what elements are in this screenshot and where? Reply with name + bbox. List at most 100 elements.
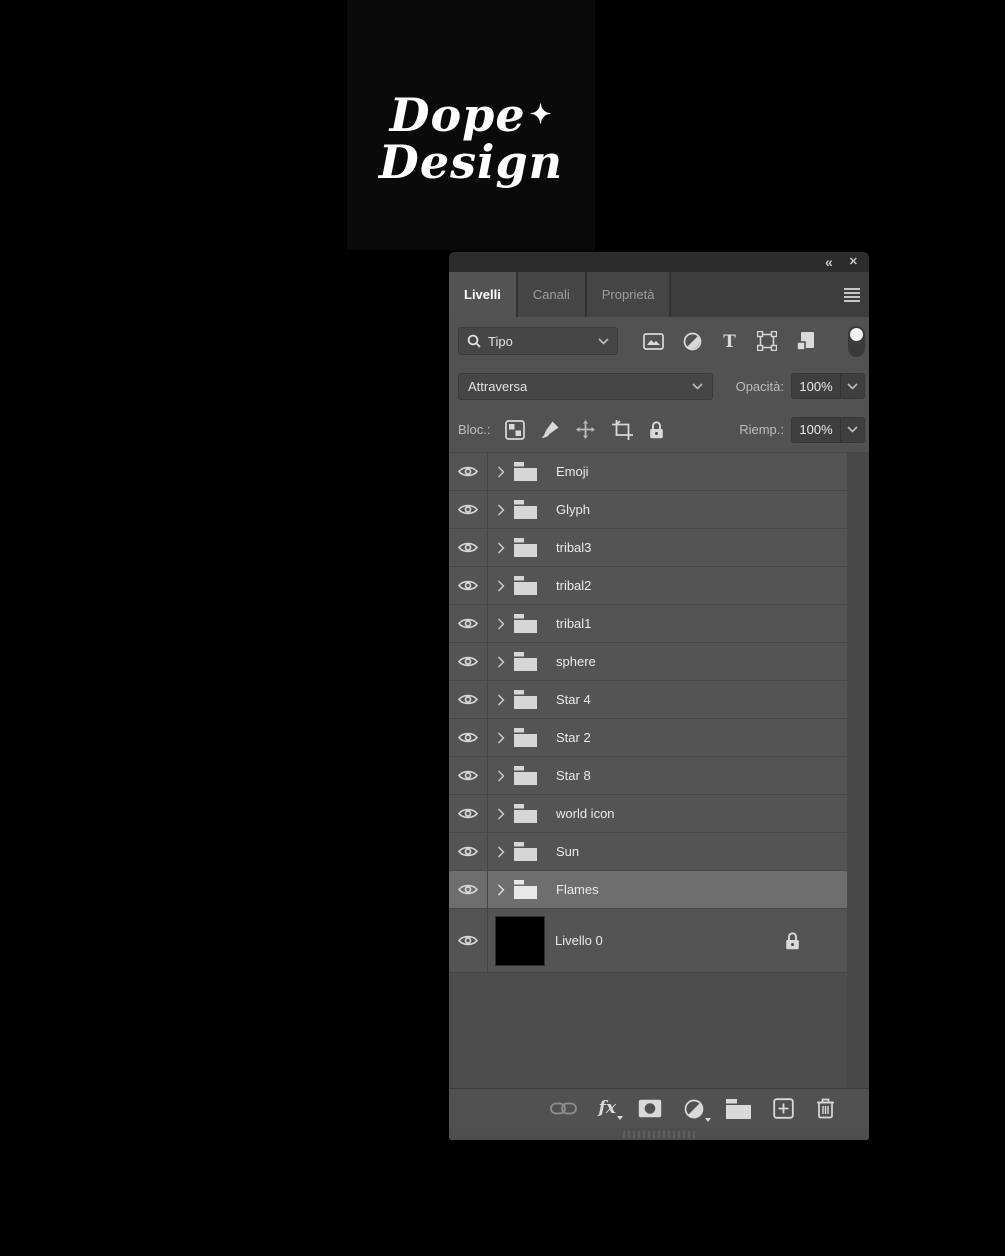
toggle-knob [850,328,863,341]
fill-value[interactable]: 100% [792,422,840,437]
visibility-eye-icon[interactable] [449,757,488,794]
layer-row-selected[interactable]: Flames [449,871,847,909]
chevron-down-icon [692,383,703,390]
layer-filtering-toggle[interactable] [848,326,865,357]
opacity-value[interactable]: 100% [792,379,840,394]
visibility-eye-icon[interactable] [449,453,488,490]
blend-mode-value: Attraversa [468,379,527,394]
expand-chevron-icon[interactable] [497,618,505,630]
search-icon [467,334,481,348]
layer-row[interactable]: Sun [449,833,847,871]
scrollbar-track[interactable] [847,453,869,1088]
smart-objects-filter-icon[interactable] [796,331,816,351]
layer-name: tribal3 [556,540,591,555]
link-layers-icon[interactable] [550,1102,577,1115]
new-group-icon[interactable] [726,1099,751,1119]
expand-chevron-icon[interactable] [497,656,505,668]
filter-type-dropdown[interactable]: Tipo [458,327,618,355]
lock-pixels-icon[interactable] [540,420,560,440]
lock-label: Bloc.: [458,422,491,437]
blend-row: Attraversa Opacità: 100% [449,365,869,407]
layer-row[interactable]: tribal3 [449,529,847,567]
collapse-panel-icon[interactable]: « [825,255,832,269]
visibility-eye-icon[interactable] [449,871,488,908]
expand-chevron-icon[interactable] [497,466,505,478]
svg-text:T: T [723,333,736,350]
expand-chevron-icon[interactable] [497,504,505,516]
visibility-eye-icon[interactable] [449,567,488,604]
delete-layer-icon[interactable] [816,1098,835,1119]
group-folder-icon [514,462,537,481]
layer-row[interactable]: tribal2 [449,567,847,605]
layer-name: Flames [556,882,599,897]
add-mask-icon[interactable] [638,1099,662,1118]
opacity-widget: 100% [791,373,865,399]
layer-row[interactable]: world icon [449,795,847,833]
resize-grip[interactable] [623,1131,695,1138]
layer-styles-icon[interactable]: fx [599,1100,616,1117]
expand-chevron-icon[interactable] [497,580,505,592]
visibility-eye-icon[interactable] [449,643,488,680]
adjustment-layers-filter-icon[interactable] [683,332,702,351]
expand-chevron-icon[interactable] [497,694,505,706]
layer-thumbnail[interactable] [495,916,545,966]
visibility-eye-icon[interactable] [449,681,488,718]
expand-chevron-icon[interactable] [497,808,505,820]
visibility-eye-icon[interactable] [449,491,488,528]
layer-name: Star 2 [556,730,591,745]
layer-row[interactable]: Star 2 [449,719,847,757]
panel-tabbar: Livelli Canali Proprietà [449,272,869,317]
layer-row[interactable]: sphere [449,643,847,681]
layer-row[interactable]: Glyph [449,491,847,529]
panel-titlebar: « ✕ [449,252,869,272]
layer-list: Emoji Glyph tribal3 tribal2 [449,453,869,1088]
opacity-dropdown-chevron[interactable] [840,374,864,398]
type-layers-filter-icon[interactable]: T [721,333,738,350]
tab-canali[interactable]: Canali [518,272,587,317]
fill-widget: 100% [791,417,865,443]
visibility-eye-icon[interactable] [449,719,488,756]
tab-proprieta[interactable]: Proprietà [587,272,672,317]
filter-row: Tipo T [449,317,869,365]
expand-chevron-icon[interactable] [497,846,505,858]
layer-row-background[interactable]: Livello 0 [449,909,847,973]
lock-transparency-icon[interactable] [505,420,525,440]
group-folder-icon [514,880,537,899]
lock-all-icon[interactable] [649,421,664,439]
visibility-eye-icon[interactable] [449,833,488,870]
new-layer-icon[interactable] [773,1098,794,1119]
logo-line-1: Dope✦ [390,92,553,139]
tab-livelli[interactable]: Livelli [449,272,518,317]
expand-chevron-icon[interactable] [497,542,505,554]
layer-name: Sun [556,844,579,859]
chevron-down-icon [598,338,609,345]
layer-name: Star 8 [556,768,591,783]
layer-row[interactable]: Star 8 [449,757,847,795]
lock-position-icon[interactable] [575,419,596,440]
visibility-eye-icon[interactable] [449,795,488,832]
layer-row[interactable]: Star 4 [449,681,847,719]
shape-layers-filter-icon[interactable] [757,331,777,351]
blend-mode-dropdown[interactable]: Attraversa [458,373,713,400]
adjustment-layer-icon[interactable] [684,1099,704,1119]
logo-line-2: Design [379,139,563,186]
layer-row[interactable]: Emoji [449,453,847,491]
layer-name: Glyph [556,502,590,517]
opacity-label: Opacità: [736,379,784,394]
logo: Dope✦ Design [347,0,595,250]
panel-menu-icon[interactable] [844,288,860,302]
pixel-layers-filter-icon[interactable] [643,333,664,350]
visibility-eye-icon[interactable] [449,909,488,972]
layer-name: tribal2 [556,578,591,593]
expand-chevron-icon[interactable] [497,770,505,782]
close-panel-icon[interactable]: ✕ [849,257,858,268]
lock-artboard-icon[interactable] [611,420,634,440]
expand-chevron-icon[interactable] [497,884,505,896]
fill-dropdown-chevron[interactable] [840,418,864,442]
visibility-eye-icon[interactable] [449,605,488,642]
layer-name: tribal1 [556,616,591,631]
expand-chevron-icon[interactable] [497,732,505,744]
layer-row[interactable]: tribal1 [449,605,847,643]
fill-label: Riemp.: [739,422,784,437]
visibility-eye-icon[interactable] [449,529,488,566]
